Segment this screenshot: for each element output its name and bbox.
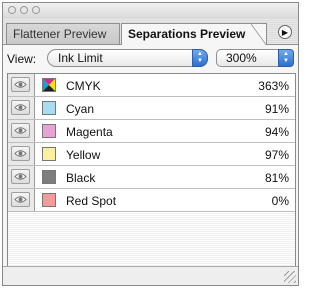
resize-grip-icon[interactable] — [284, 271, 296, 283]
ink-value: 94% — [264, 125, 289, 139]
ink-row-yellow[interactable]: Yellow 97% — [8, 143, 295, 166]
ink-name: Black — [66, 171, 96, 185]
ink-row-cyan[interactable]: Cyan 91% — [8, 97, 295, 120]
separations-preview-panel: Flattener Preview Separations Preview ▶ … — [2, 2, 299, 286]
visibility-toggle[interactable] — [11, 169, 30, 184]
magenta-swatch — [42, 124, 56, 138]
eye-icon — [14, 196, 27, 203]
ink-row-magenta[interactable]: Magenta 94% — [8, 120, 295, 143]
ink-limit-select[interactable]: 300% ▲ ▼ — [216, 49, 294, 67]
ink-name: Cyan — [66, 102, 95, 116]
tab-separations-preview[interactable]: Separations Preview — [121, 23, 267, 45]
close-window-button[interactable] — [8, 6, 16, 14]
title-bar — [3, 3, 298, 20]
eye-icon — [14, 127, 27, 134]
visibility-toggle[interactable] — [11, 123, 30, 138]
panel-menu-button[interactable]: ▶ — [278, 25, 292, 39]
visibility-toggle[interactable] — [11, 192, 30, 207]
cyan-swatch — [42, 101, 56, 115]
minimize-window-button[interactable] — [20, 6, 28, 14]
ink-row-cmyk[interactable]: CMYK 363% — [8, 74, 295, 97]
visibility-toggle[interactable] — [11, 77, 30, 92]
view-mode-value: Ink Limit — [58, 51, 103, 65]
tab-flattener-preview[interactable]: Flattener Preview — [6, 23, 120, 44]
view-label: View: — [7, 52, 37, 66]
eye-icon — [14, 173, 27, 180]
cmyk-swatch — [42, 78, 56, 92]
panel-menu-arrow-icon: ▶ — [281, 27, 289, 37]
view-mode-stepper-icon: ▲ ▼ — [192, 49, 208, 67]
ink-row-black[interactable]: Black 81% — [8, 166, 295, 189]
ink-name: CMYK — [66, 79, 101, 93]
tab-bar: Flattener Preview Separations Preview ▶ — [3, 19, 298, 45]
visibility-toggle[interactable] — [11, 146, 30, 161]
ink-row-red-spot[interactable]: Red Spot 0% — [8, 189, 295, 212]
red-spot-swatch — [42, 193, 56, 207]
ink-name: Red Spot — [66, 194, 117, 208]
ink-list: CMYK 363% Cyan 91% Magenta 94% Yellow 97… — [7, 73, 296, 269]
view-mode-select[interactable]: Ink Limit ▲ ▼ — [47, 49, 208, 67]
ink-limit-stepper-icon: ▲ ▼ — [278, 49, 294, 67]
eye-icon — [14, 150, 27, 157]
ink-value: 0% — [271, 194, 289, 208]
ink-value: 81% — [264, 171, 289, 185]
visibility-toggle[interactable] — [11, 100, 30, 115]
ink-name: Yellow — [66, 148, 101, 162]
ink-limit-value: 300% — [226, 51, 257, 65]
ink-value: 97% — [264, 148, 289, 162]
yellow-swatch — [42, 147, 56, 161]
ink-name: Magenta — [66, 125, 113, 139]
view-row: View: Ink Limit ▲ ▼ 300% ▲ ▼ — [3, 45, 298, 71]
zoom-window-button[interactable] — [32, 6, 40, 14]
eye-icon — [14, 104, 27, 111]
ink-value: 363% — [258, 79, 289, 93]
black-swatch — [42, 170, 56, 184]
eye-icon — [14, 81, 27, 88]
status-bar — [3, 266, 298, 285]
ink-value: 91% — [264, 102, 289, 116]
